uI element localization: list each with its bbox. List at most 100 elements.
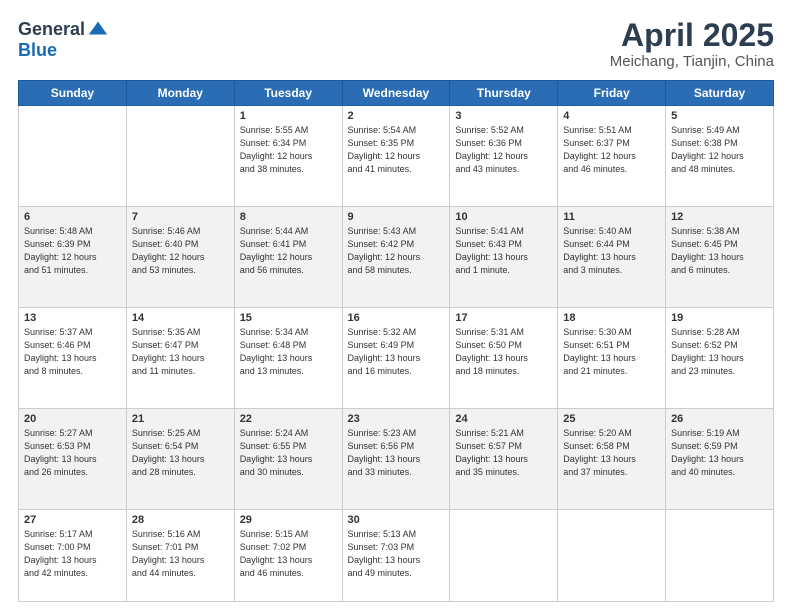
logo-blue-text: Blue	[18, 40, 57, 61]
table-row: 15Sunrise: 5:34 AMSunset: 6:48 PMDayligh…	[234, 308, 342, 409]
day-number: 12	[671, 211, 768, 223]
table-row	[19, 106, 127, 207]
calendar-week-row: 20Sunrise: 5:27 AMSunset: 6:53 PMDayligh…	[19, 409, 774, 510]
day-info: Sunrise: 5:51 AMSunset: 6:37 PMDaylight:…	[563, 124, 660, 176]
day-number: 14	[132, 312, 229, 324]
day-number: 26	[671, 413, 768, 425]
day-info: Sunrise: 5:46 AMSunset: 6:40 PMDaylight:…	[132, 225, 229, 277]
day-number: 29	[240, 514, 337, 526]
table-row	[558, 510, 666, 602]
table-row: 28 Sunrise: 5:16 AMSunset: 7:01 PMDayligh…	[126, 510, 234, 602]
col-sunday: Sunday	[19, 81, 127, 106]
table-row: 12 Sunrise: 5:38 AMSunset: 6:45 PMDayligh…	[666, 207, 774, 308]
day-number: 1	[240, 110, 337, 122]
col-monday: Monday	[126, 81, 234, 106]
day-number: 21	[132, 413, 229, 425]
table-row: 17Sunrise: 5:31 AMSunset: 6:50 PMDayligh…	[450, 308, 558, 409]
day-info: Sunrise: 5:38 AMSunset: 6:45 PMDaylight:…	[671, 225, 768, 277]
table-row: 27 Sunrise: 5:17 AMSunset: 7:00 PMDayligh…	[19, 510, 127, 602]
calendar-week-row: 6 Sunrise: 5:48 AMSunset: 6:39 PMDaylight…	[19, 207, 774, 308]
day-number: 17	[455, 312, 552, 324]
day-number: 16	[348, 312, 445, 324]
table-row: 8Sunrise: 5:44 AMSunset: 6:41 PMDaylight…	[234, 207, 342, 308]
day-info: Sunrise: 5:48 AMSunset: 6:39 PMDaylight:…	[24, 225, 121, 277]
table-row: 16 Sunrise: 5:32 AMSunset: 6:49 PMDayligh…	[342, 308, 450, 409]
day-number: 23	[348, 413, 445, 425]
day-info: Sunrise: 5:43 AMSunset: 6:42 PMDaylight:…	[348, 225, 445, 277]
day-info: Sunrise: 5:32 AMSunset: 6:49 PMDaylight:…	[348, 326, 445, 378]
day-number: 20	[24, 413, 121, 425]
day-info: Sunrise: 5:23 AMSunset: 6:56 PMDaylight:…	[348, 427, 445, 479]
location: Meichang, Tianjin, China	[610, 53, 774, 70]
day-info: Sunrise: 5:54 AMSunset: 6:35 PMDaylight:…	[348, 124, 445, 176]
day-info: Sunrise: 5:30 AMSunset: 6:51 PMDaylight:…	[563, 326, 660, 378]
logo-icon	[87, 18, 109, 40]
day-number: 30	[348, 514, 445, 526]
day-info: Sunrise: 5:19 AMSunset: 6:59 PMDaylight:…	[671, 427, 768, 479]
day-info: Sunrise: 5:41 AMSunset: 6:43 PMDaylight:…	[455, 225, 552, 277]
logo-general-text: General	[18, 19, 85, 40]
calendar-table: Sunday Monday Tuesday Wednesday Thursday…	[18, 80, 774, 602]
table-row: 23 Sunrise: 5:23 AMSunset: 6:56 PMDayligh…	[342, 409, 450, 510]
table-row	[450, 510, 558, 602]
table-row: 13Sunrise: 5:37 AMSunset: 6:46 PMDayligh…	[19, 308, 127, 409]
table-row: 30 Sunrise: 5:13 AMSunset: 7:03 PMDayligh…	[342, 510, 450, 602]
table-row: 9 Sunrise: 5:43 AMSunset: 6:42 PMDaylight…	[342, 207, 450, 308]
col-friday: Friday	[558, 81, 666, 106]
table-row: 7 Sunrise: 5:46 AMSunset: 6:40 PMDaylight…	[126, 207, 234, 308]
day-info: Sunrise: 5:35 AMSunset: 6:47 PMDaylight:…	[132, 326, 229, 378]
header: General Blue April 2025 Meichang, Tianji…	[18, 18, 774, 70]
day-info: Sunrise: 5:24 AMSunset: 6:55 PMDaylight:…	[240, 427, 337, 479]
day-info: Sunrise: 5:17 AMSunset: 7:00 PMDaylight:…	[24, 528, 121, 580]
logo: General Blue	[18, 18, 109, 61]
table-row: 29Sunrise: 5:15 AMSunset: 7:02 PMDayligh…	[234, 510, 342, 602]
day-info: Sunrise: 5:40 AMSunset: 6:44 PMDaylight:…	[563, 225, 660, 277]
day-number: 6	[24, 211, 121, 223]
day-number: 4	[563, 110, 660, 122]
day-info: Sunrise: 5:25 AMSunset: 6:54 PMDaylight:…	[132, 427, 229, 479]
day-number: 7	[132, 211, 229, 223]
day-info: Sunrise: 5:55 AMSunset: 6:34 PMDaylight:…	[240, 124, 337, 176]
calendar-week-row: 27 Sunrise: 5:17 AMSunset: 7:00 PMDayligh…	[19, 510, 774, 602]
day-number: 24	[455, 413, 552, 425]
table-row: 4 Sunrise: 5:51 AMSunset: 6:37 PMDaylight…	[558, 106, 666, 207]
day-number: 5	[671, 110, 768, 122]
day-number: 10	[455, 211, 552, 223]
day-number: 19	[671, 312, 768, 324]
table-row: 3 Sunrise: 5:52 AMSunset: 6:36 PMDaylight…	[450, 106, 558, 207]
day-info: Sunrise: 5:16 AMSunset: 7:01 PMDaylight:…	[132, 528, 229, 580]
page: General Blue April 2025 Meichang, Tianji…	[0, 0, 792, 612]
table-row: 14 Sunrise: 5:35 AMSunset: 6:47 PMDayligh…	[126, 308, 234, 409]
col-wednesday: Wednesday	[342, 81, 450, 106]
table-row: 6 Sunrise: 5:48 AMSunset: 6:39 PMDaylight…	[19, 207, 127, 308]
calendar-week-row: 1 Sunrise: 5:55 AMSunset: 6:34 PMDaylight…	[19, 106, 774, 207]
day-info: Sunrise: 5:21 AMSunset: 6:57 PMDaylight:…	[455, 427, 552, 479]
day-number: 13	[24, 312, 121, 324]
day-number: 15	[240, 312, 337, 324]
day-info: Sunrise: 5:20 AMSunset: 6:58 PMDaylight:…	[563, 427, 660, 479]
day-info: Sunrise: 5:28 AMSunset: 6:52 PMDaylight:…	[671, 326, 768, 378]
calendar-week-row: 13Sunrise: 5:37 AMSunset: 6:46 PMDayligh…	[19, 308, 774, 409]
table-row: 19 Sunrise: 5:28 AMSunset: 6:52 PMDayligh…	[666, 308, 774, 409]
day-number: 28	[132, 514, 229, 526]
day-number: 18	[563, 312, 660, 324]
col-saturday: Saturday	[666, 81, 774, 106]
day-info: Sunrise: 5:52 AMSunset: 6:36 PMDaylight:…	[455, 124, 552, 176]
day-number: 9	[348, 211, 445, 223]
table-row: 11 Sunrise: 5:40 AMSunset: 6:44 PMDayligh…	[558, 207, 666, 308]
table-row: 24 Sunrise: 5:21 AMSunset: 6:57 PMDayligh…	[450, 409, 558, 510]
table-row: 1 Sunrise: 5:55 AMSunset: 6:34 PMDaylight…	[234, 106, 342, 207]
table-row: 22 Sunrise: 5:24 AMSunset: 6:55 PMDayligh…	[234, 409, 342, 510]
day-number: 3	[455, 110, 552, 122]
day-number: 27	[24, 514, 121, 526]
table-row: 20Sunrise: 5:27 AMSunset: 6:53 PMDayligh…	[19, 409, 127, 510]
day-number: 2	[348, 110, 445, 122]
table-row: 2 Sunrise: 5:54 AMSunset: 6:35 PMDaylight…	[342, 106, 450, 207]
table-row: 26 Sunrise: 5:19 AMSunset: 6:59 PMDayligh…	[666, 409, 774, 510]
title-area: April 2025 Meichang, Tianjin, China	[610, 18, 774, 70]
day-info: Sunrise: 5:13 AMSunset: 7:03 PMDaylight:…	[348, 528, 445, 580]
day-number: 11	[563, 211, 660, 223]
day-number: 22	[240, 413, 337, 425]
table-row: 21 Sunrise: 5:25 AMSunset: 6:54 PMDayligh…	[126, 409, 234, 510]
table-row: 5Sunrise: 5:49 AMSunset: 6:38 PMDaylight…	[666, 106, 774, 207]
